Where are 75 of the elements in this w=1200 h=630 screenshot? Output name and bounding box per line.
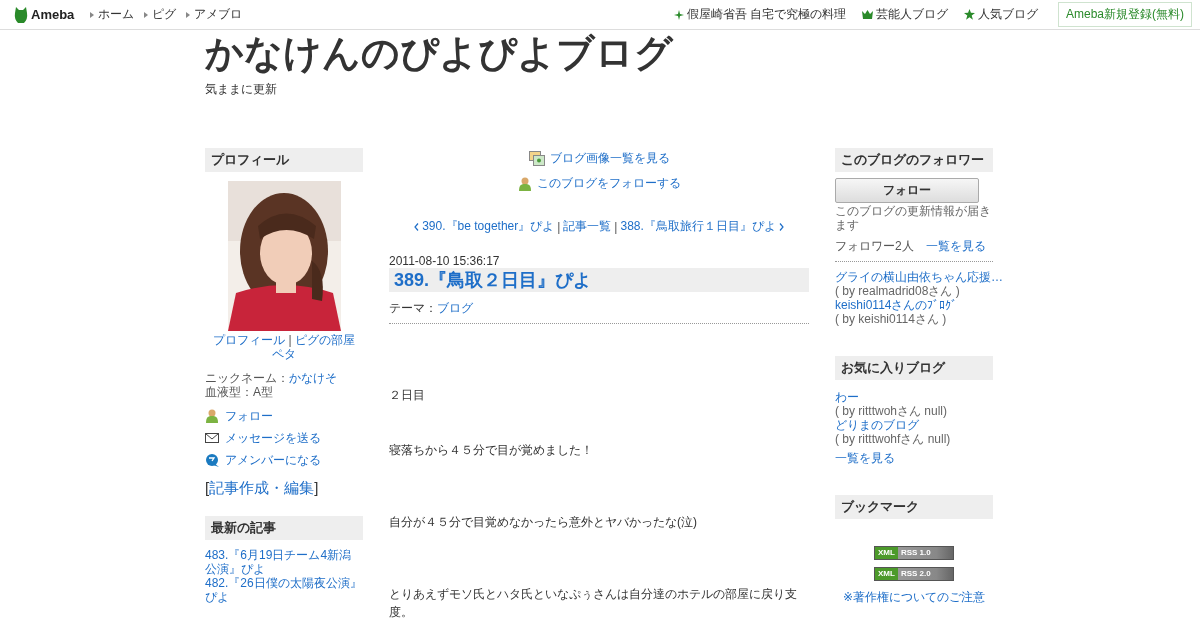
- section-heading: プロフィール: [205, 148, 363, 172]
- next-article-link[interactable]: 388.『鳥取旅行１日目』ぴよ: [620, 218, 784, 235]
- profile-link[interactable]: プロフィール: [213, 333, 286, 347]
- logo-text: Ameba: [31, 7, 75, 22]
- post-date: 2011-08-10 15:36:17: [389, 254, 501, 268]
- bracket: ]: [314, 479, 319, 496]
- blog-owner: ( by realmadrid08さん ): [835, 284, 960, 298]
- triangle-icon: [144, 11, 149, 18]
- prev-article-link[interactable]: 390.『be together』ぴよ: [414, 218, 555, 235]
- bracket: [: [205, 479, 210, 496]
- top-link[interactable]: 人気ブログ: [964, 6, 1038, 23]
- post-paragraph: 寝落ちから４５分で目が覚めました！: [389, 442, 594, 459]
- triangle-icon: [90, 11, 95, 18]
- blog-owner: ( by keishi0114さん ): [835, 312, 947, 326]
- blog-link[interactable]: グライの横山由依ちゃん応援…: [835, 270, 1003, 284]
- signup-link[interactable]: Ameba新規登録(無料): [1058, 2, 1192, 27]
- section-heading: ブックマーク: [835, 495, 993, 519]
- action-link[interactable]: アメンバーになる: [205, 449, 321, 471]
- chevron-left-icon: [414, 222, 420, 231]
- peta-link[interactable]: ペタ: [272, 347, 296, 361]
- sparkle-icon: [673, 9, 684, 20]
- section-heading: お気に入りブログ: [835, 356, 993, 380]
- action-link[interactable]: フォロー: [205, 405, 273, 427]
- envelope-icon: [205, 433, 219, 443]
- nickname-link[interactable]: かなけそ: [289, 371, 337, 385]
- blog-link[interactable]: どりまのブログ: [835, 418, 919, 432]
- rss-badge[interactable]: XML RSS 2.0: [874, 567, 954, 581]
- nickname-label: ニックネーム：: [205, 371, 289, 385]
- nav-link[interactable]: アメブロ: [186, 6, 243, 23]
- theme-link[interactable]: ブログ: [437, 301, 473, 315]
- nav-link[interactable]: ピグ: [144, 6, 177, 23]
- pig-room-link[interactable]: ピグの部屋: [294, 333, 355, 347]
- post-paragraph: ２日目: [389, 387, 426, 404]
- top-link[interactable]: 假屋崎省吾 自宅で究極の料理: [673, 6, 846, 23]
- article-link[interactable]: 483.『6月19日チーム4新潟公演』ぴよ: [205, 548, 363, 576]
- post-title[interactable]: 389.『鳥取２日目』ぴよ: [389, 268, 809, 292]
- blood-type: 血液型：A型: [205, 385, 273, 399]
- section-heading: 最新の記事: [205, 516, 363, 540]
- article-list-link[interactable]: 記事一覧: [563, 218, 612, 235]
- post-paragraph: とりあえずモソ氏とハタ氏といなぷぅさんは自分達のホテルの部屋に戻り支度。: [389, 586, 798, 621]
- theme-label: テーマ：: [389, 301, 437, 315]
- rss-badge[interactable]: XML RSS 1.0: [874, 546, 954, 560]
- images-icon: [528, 151, 545, 166]
- edit-link[interactable]: 記事作成・編集: [209, 479, 315, 496]
- nav-link[interactable]: ホーム: [90, 6, 135, 23]
- article-link[interactable]: 482.『26日僕の太陽夜公演』ぴよ: [205, 576, 363, 604]
- blog-owner: ( by ritttwohfさん null): [835, 432, 951, 446]
- blog-link[interactable]: keishi0114さんのﾌﾞﾛｸﾞ: [835, 298, 958, 312]
- follow-blog-link[interactable]: このブログをフォローする: [517, 175, 681, 192]
- star-icon: [964, 9, 975, 20]
- blog-subtitle: 気ままに更新: [205, 81, 278, 98]
- crown-icon: [862, 10, 873, 19]
- copyright-link[interactable]: ※著作権についてのご注意: [842, 589, 986, 606]
- blog-owner: ( by ritttwohさん null): [835, 404, 948, 418]
- follow-button[interactable]: フォロー: [835, 178, 979, 203]
- action-link[interactable]: メッセージを送る: [205, 427, 321, 449]
- follower-count: フォロワー2人: [835, 238, 914, 255]
- person-icon: [517, 176, 532, 191]
- see-all-link[interactable]: 一覧を見る: [925, 238, 986, 255]
- section-heading: このブログのフォロワー: [835, 148, 993, 172]
- follow-note: このブログの更新情報が届きます: [835, 204, 992, 232]
- triangle-icon: [186, 11, 191, 18]
- separator: |: [557, 219, 561, 234]
- chevron-right-icon: [778, 222, 784, 231]
- separator: |: [614, 219, 618, 234]
- separator: |: [287, 333, 293, 347]
- ameba-logo[interactable]: Ameba: [14, 6, 75, 23]
- post-paragraph: 自分が４５分で目覚めなかったら意外とヤバかったな(泣): [389, 514, 698, 531]
- top-link[interactable]: 芸能人ブログ: [862, 6, 948, 23]
- speech-bubble-icon: [205, 453, 219, 467]
- image-list-link[interactable]: ブログ画像一覧を見る: [528, 150, 670, 167]
- blog-link[interactable]: わー: [835, 390, 859, 404]
- person-icon: [205, 409, 219, 423]
- see-all-link[interactable]: 一覧を見る: [835, 451, 895, 465]
- blog-title: かなけんのぴよぴよブログ: [205, 31, 675, 75]
